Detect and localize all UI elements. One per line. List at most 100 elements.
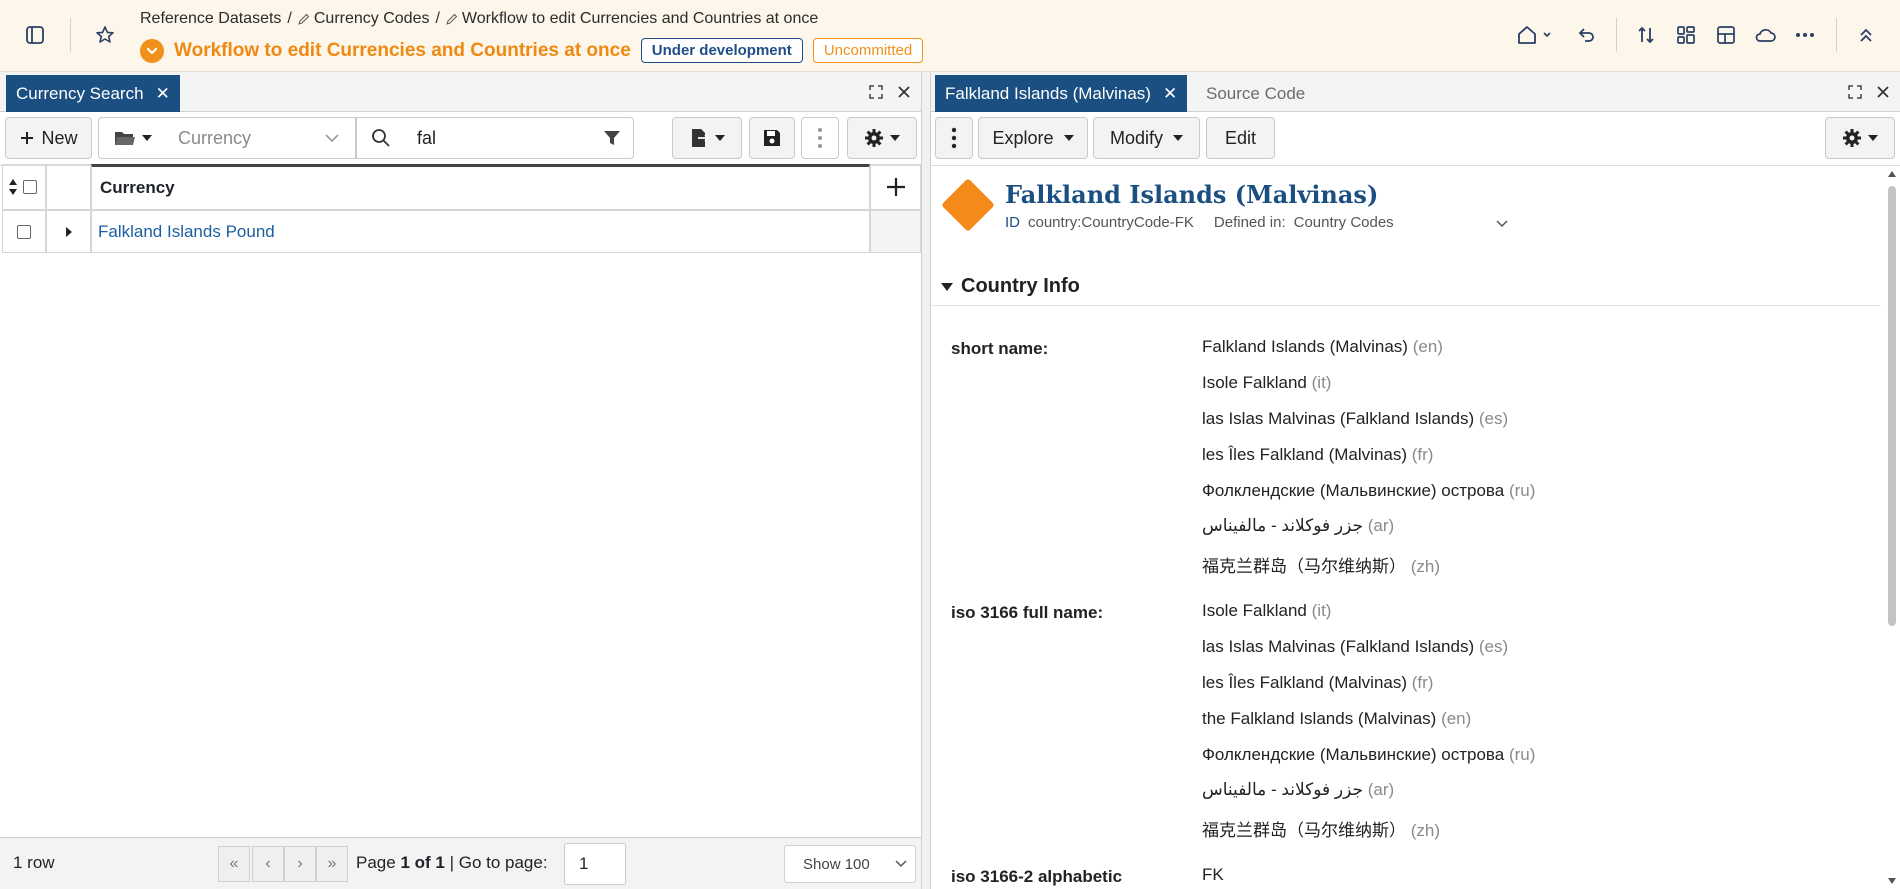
defined-in-label: Defined in:	[1213, 214, 1286, 231]
property-value: Isole Falkland (it)	[1202, 601, 1332, 620]
status-badge[interactable]: Under development	[640, 38, 803, 63]
folder-icon	[115, 132, 135, 145]
prev-page-button[interactable]: ‹	[252, 846, 284, 882]
export-icon	[692, 129, 709, 147]
breadcrumb-item-currency-codes[interactable]: Currency Codes	[298, 10, 429, 28]
resource-title: Falkland Islands (Malvinas)	[1005, 180, 1379, 209]
scrollbar[interactable]	[1886, 166, 1898, 889]
modify-button[interactable]: Modify	[1093, 117, 1200, 159]
search-icon	[372, 129, 390, 147]
grid-icon[interactable]	[1666, 15, 1706, 55]
row-currency-cell: Falkland Islands Pound	[91, 210, 870, 253]
close-panel-icon[interactable]	[892, 80, 916, 104]
expand-icon[interactable]	[864, 80, 888, 104]
more-actions-button[interactable]	[801, 117, 839, 159]
chevron-down-icon	[325, 134, 339, 143]
breadcrumb-item-reference-datasets[interactable]: Reference Datasets	[140, 10, 281, 28]
plus-icon	[886, 178, 905, 196]
breadcrumb: Reference Datasets / Currency Codes / Wo…	[140, 10, 818, 28]
resource-panel: Falkland Islands (Malvinas) ✕ Source Cod…	[930, 72, 1900, 889]
first-page-button[interactable]: «	[218, 846, 250, 882]
expand-icon[interactable]	[1843, 80, 1867, 104]
property-value: Фолклендские (Мальвинские) острова (ru)	[1202, 745, 1536, 764]
gear-icon	[865, 129, 883, 147]
save-icon	[764, 130, 780, 146]
id-label: ID	[1005, 214, 1020, 231]
chevron-down-icon[interactable]	[1496, 220, 1508, 228]
row-checkbox-cell	[2, 210, 46, 253]
property-label: iso 3166-2 alphabetic country code:	[951, 867, 1123, 886]
sidebar-toggle-icon[interactable]	[15, 15, 55, 55]
tab-source-code[interactable]: Source Code	[1196, 75, 1315, 112]
export-button[interactable]	[672, 117, 742, 159]
add-column-button[interactable]	[870, 164, 921, 210]
search-input[interactable]: fal	[356, 117, 634, 159]
new-button[interactable]: New	[5, 117, 92, 159]
settings-button[interactable]	[847, 117, 917, 159]
select-all-checkbox[interactable]	[23, 180, 37, 194]
property-label: short name:	[951, 339, 1049, 358]
cloud-icon[interactable]	[1745, 15, 1785, 55]
page-indicator: Page 1 of 1 | Go to page:	[356, 853, 548, 872]
resource-type-icon	[941, 178, 995, 232]
left-toolbar: New Currency fal	[0, 112, 921, 166]
explore-button[interactable]: Explore	[978, 117, 1088, 159]
goto-page-input[interactable]: 1	[564, 843, 626, 885]
expand-header-cell	[46, 164, 91, 210]
panel-divider[interactable]	[922, 72, 930, 889]
workflow-title: Workflow to edit Currencies and Countrie…	[174, 39, 631, 61]
breadcrumb-item-workflow[interactable]: Workflow to edit Currencies and Countrie…	[446, 10, 818, 28]
row-end-cell	[870, 210, 921, 253]
property-value: les Îles Falkland (Malvinas) (fr)	[1202, 445, 1434, 464]
property-value: 福克兰群岛（马尔维纳斯） (zh)	[1202, 557, 1441, 576]
breadcrumb-separator: /	[435, 10, 440, 27]
section-country-info[interactable]: Country Info	[931, 266, 1881, 306]
collapse-section-icon	[941, 283, 953, 291]
close-icon[interactable]: ✕	[1163, 85, 1177, 102]
property-value: 福克兰群岛（马尔维纳斯） (zh)	[1202, 821, 1441, 840]
defined-in-value[interactable]: Country Codes	[1294, 214, 1394, 231]
next-page-button[interactable]: ›	[284, 846, 316, 882]
plus-icon	[21, 132, 34, 144]
property-value: جزر فوكلاند - مالفيناس (ar)	[1202, 780, 1395, 799]
sort-icon[interactable]	[1626, 15, 1666, 55]
property-value: Isole Falkland (it)	[1202, 373, 1332, 392]
sort-icon[interactable]	[8, 178, 18, 196]
currency-search-panel: Currency Search ✕ New Currency fal Curre…	[0, 72, 922, 889]
page-size-select[interactable]: Show 100	[784, 845, 916, 883]
column-header-currency[interactable]: Currency	[91, 164, 870, 210]
tab-currency-search[interactable]: Currency Search ✕	[6, 75, 180, 112]
more-icon[interactable]	[1785, 15, 1825, 55]
collapse-icon[interactable]	[1846, 15, 1886, 55]
chevron-down-icon	[895, 860, 907, 868]
row-expand-button[interactable]	[46, 210, 91, 253]
property-value: Falkland Islands (Malvinas) (en)	[1202, 337, 1443, 356]
resource-detail: Falkland Islands (Malvinas) ID country:C…	[931, 166, 1881, 889]
row-link[interactable]: Falkland Islands Pound	[98, 222, 275, 242]
tab-falkland-islands[interactable]: Falkland Islands (Malvinas) ✕	[935, 75, 1188, 112]
type-select[interactable]: Currency	[98, 117, 356, 159]
close-panel-icon[interactable]	[1871, 80, 1895, 104]
workflow-header: Workflow to edit Currencies and Countrie…	[140, 38, 924, 63]
commit-badge[interactable]: Uncommitted	[812, 38, 924, 63]
undo-icon[interactable]	[1566, 15, 1606, 55]
close-icon[interactable]: ✕	[156, 85, 170, 102]
last-page-button[interactable]: »	[316, 846, 348, 882]
resource-menu-button[interactable]	[935, 117, 973, 159]
edit-button[interactable]: Edit	[1206, 117, 1275, 159]
id-value: country:CountryCode-FK	[1028, 214, 1194, 231]
filter-icon[interactable]	[603, 129, 621, 147]
scrollbar-thumb[interactable]	[1888, 186, 1896, 626]
save-button[interactable]	[749, 117, 795, 159]
vertical-more-icon	[951, 127, 957, 149]
resource-meta: ID country:CountryCode-FK Defined in: Co…	[1005, 214, 1394, 231]
workflow-dropdown-icon[interactable]	[140, 38, 164, 63]
add-widget-icon[interactable]	[1706, 15, 1746, 55]
app-header: Reference Datasets / Currency Codes / Wo…	[0, 0, 1900, 72]
star-icon[interactable]	[85, 15, 125, 55]
row-checkbox[interactable]	[17, 224, 31, 239]
settings-button[interactable]	[1825, 117, 1895, 159]
pencil-icon	[446, 13, 458, 25]
gear-icon	[1843, 129, 1861, 147]
home-icon[interactable]	[1508, 15, 1560, 55]
